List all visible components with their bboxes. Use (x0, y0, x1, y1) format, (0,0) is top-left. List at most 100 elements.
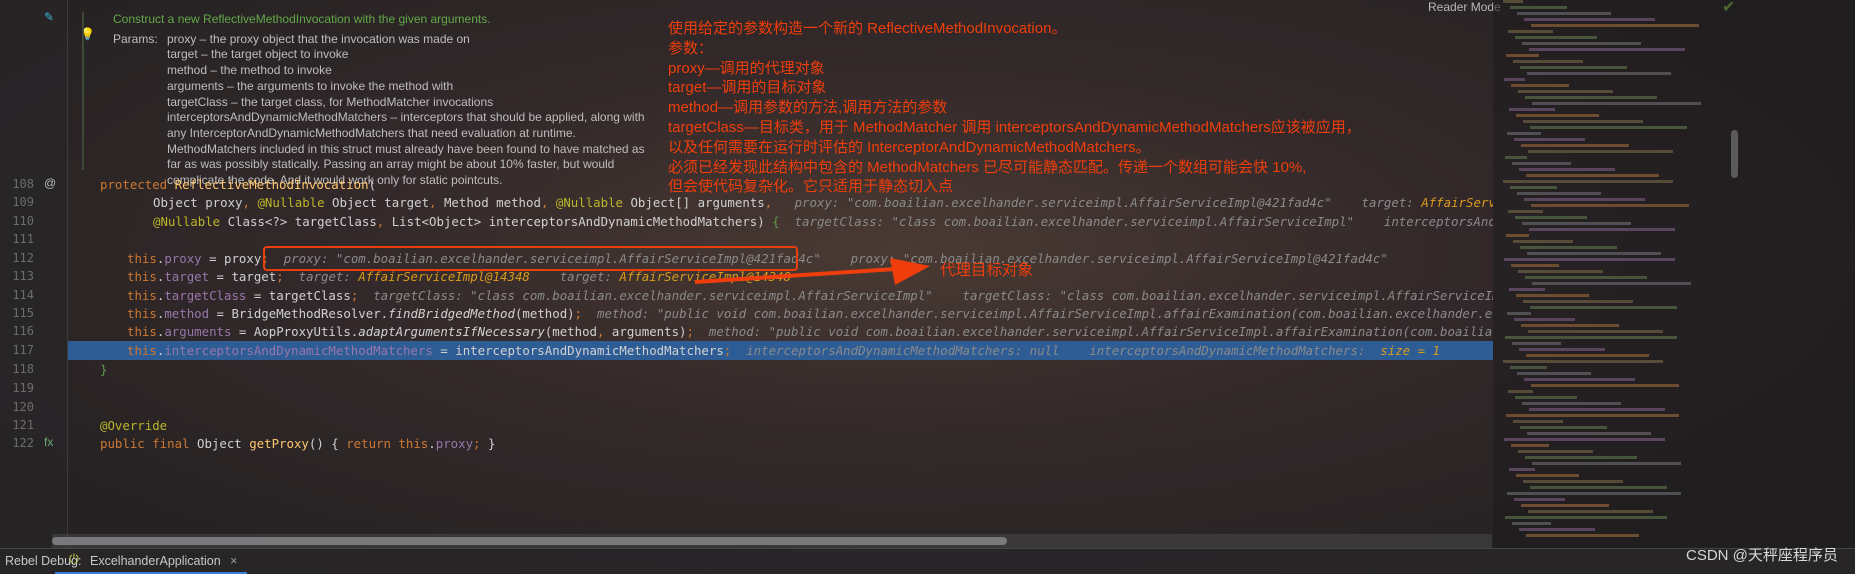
minimap-line (1531, 384, 1679, 387)
code-token: Class<?> targetClass (220, 214, 377, 229)
line-number: 110 (12, 214, 34, 228)
code-line[interactable]: @Nullable Class<?> targetClass, List<Obj… (0, 212, 1493, 231)
code-token: @Nullable (555, 195, 623, 210)
code-line[interactable]: this.interceptorsAndDynamicMethodMatcher… (68, 341, 1493, 360)
arrow-head (890, 258, 930, 285)
minimap-line (1519, 168, 1615, 171)
minimap[interactable] (1493, 0, 1855, 548)
code-token: = targetClass (246, 288, 351, 303)
implementation-gutter-icon[interactable]: fx (44, 435, 53, 449)
inline-debug-value: target: (283, 269, 359, 284)
code-token: method (164, 306, 210, 321)
translation-line: 参数： (668, 39, 714, 57)
code-token: this (127, 288, 157, 303)
doc-params: proxy – the proxy object that the invoca… (167, 32, 645, 189)
code-line[interactable] (0, 398, 1493, 417)
code-token: = AopProxyUtils. (231, 324, 359, 339)
vertical-scrollbar[interactable] (1731, 130, 1738, 178)
code-line[interactable] (0, 379, 1493, 398)
minimap-line (1518, 270, 1603, 273)
scroll-thumb[interactable] (52, 537, 1007, 545)
code-token: findBridgedMethod (388, 306, 515, 321)
doc-param-line: targetClass – the target class, for Meth… (167, 94, 494, 109)
horizontal-scrollbar[interactable] (52, 534, 1492, 548)
minimap-line (1506, 54, 1539, 57)
annotation-gutter-icon[interactable]: @ (44, 176, 56, 190)
code-token: ( (368, 177, 377, 192)
minimap-line (1522, 42, 1641, 45)
minimap-line (1503, 360, 1663, 363)
minimap-line (1519, 528, 1595, 531)
inline-debug-value: interceptorsAndDynamicMethodMatchers: nu… (731, 343, 1381, 358)
line-number: 120 (12, 400, 34, 414)
minimap-line (1513, 60, 1583, 63)
code-token: interceptorsAndDynamicMethodMatchers (164, 343, 433, 358)
code-token: Method method (443, 195, 541, 210)
minimap-line (1521, 504, 1609, 507)
code-token: this (127, 343, 157, 358)
doc-param-line: interceptorsAndDynamicMethodMatchers – i… (167, 110, 645, 125)
minimap-line (1509, 468, 1535, 471)
minimap-line (1504, 78, 1525, 81)
code-line[interactable]: public final Object getProxy() { return … (0, 434, 1493, 453)
watermark: CSDN @天秤座程序员 (1686, 547, 1838, 564)
code-token: } (100, 362, 108, 377)
reader-mode-button[interactable]: Reader Mode (1428, 0, 1501, 14)
minimap-line (1503, 0, 1523, 3)
minimap-line (1515, 36, 1597, 39)
code-line[interactable]: this.method = BridgeMethodResolver.findB… (0, 304, 1493, 323)
code-token: Object[] arguments (623, 195, 765, 210)
doc-param-line: method – the method to invoke (167, 63, 332, 78)
code-token: this (127, 324, 157, 339)
translation-line: proxy—调用的代理对象 (668, 59, 825, 77)
inline-debug-value: size = 1 (1380, 343, 1440, 358)
minimap-line (1532, 102, 1701, 105)
arrow-label: 代理目标对象 (940, 262, 1034, 279)
code-token: , (376, 214, 392, 229)
minimap-line (1527, 252, 1661, 255)
doc-params-label: Params: (113, 31, 158, 46)
minimap-line (1517, 12, 1611, 15)
code-token: targetClass (164, 288, 247, 303)
minimap-line (1532, 282, 1691, 285)
code-token: = interceptorsAndDynamicMethodMatchers (432, 343, 724, 358)
debug-bar: Rebel Debug: ⏻ ExcelhanderApplication × (0, 548, 1855, 574)
code-line[interactable]: } (0, 360, 1493, 379)
minimap-line (1508, 30, 1553, 33)
minimap-line (1514, 138, 1585, 141)
minimap-line (1515, 396, 1577, 399)
code-line[interactable]: @Override (0, 416, 1493, 435)
code-token: protected (100, 177, 175, 192)
code-token: this (127, 269, 157, 284)
minimap-line (1507, 312, 1531, 315)
tab-excelhander-application[interactable]: ⏻ ExcelhanderApplication × (55, 549, 248, 574)
code-token: (method (544, 324, 597, 339)
minimap-line (1507, 492, 1681, 495)
close-tab-icon[interactable]: × (230, 554, 237, 568)
doc-summary: Construct a new ReflectiveMethodInvocati… (113, 12, 491, 26)
edit-pencil-icon[interactable]: ✎ (44, 10, 54, 24)
minimap-line (1527, 432, 1651, 435)
code-token: ; (276, 269, 284, 284)
translation-line: 以及任何需要在运行时评估的 InterceptorAndDynamicMetho… (668, 138, 1151, 156)
minimap-line (1520, 246, 1617, 249)
line-number: 117 (12, 343, 34, 357)
inline-debug-value: targetClass: "class com.boailian.excelha… (794, 214, 1493, 229)
code-line[interactable]: this.arguments = AopProxyUtils.adaptArgu… (0, 322, 1493, 341)
inline-debug-value: target: (529, 269, 620, 284)
minimap-line (1503, 180, 1673, 183)
line-number: 121 (12, 418, 34, 432)
code-token: , (764, 195, 788, 210)
code-token: . (428, 436, 436, 451)
minimap-line (1532, 462, 1681, 465)
minimap-line (1530, 306, 1677, 309)
code-token: @Nullable (153, 214, 221, 229)
arrow-shaft (694, 267, 896, 284)
minimap-line (1528, 510, 1653, 513)
minimap-line (1516, 474, 1579, 477)
code-token: Object proxy (153, 195, 243, 210)
minimap-line (1511, 84, 1569, 87)
code-token: } (487, 436, 496, 451)
translation-line: 但会使代码复杂化。它只适用于静态切入点 (668, 178, 954, 196)
minimap-line (1520, 66, 1627, 69)
